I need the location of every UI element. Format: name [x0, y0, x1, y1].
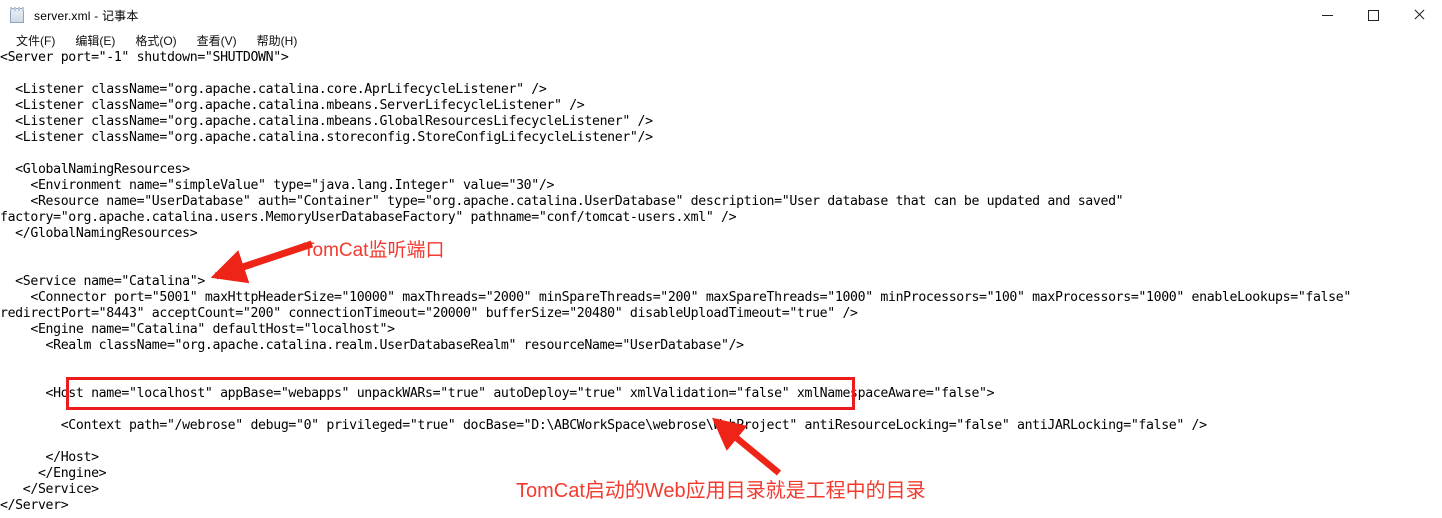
- close-button[interactable]: [1396, 0, 1442, 30]
- menu-item-format[interactable]: 格式(O): [125, 32, 186, 49]
- notepad-icon: [9, 6, 26, 24]
- notepad-window: server.xml - 记事本 文件(F) 编辑(E) 格式(O) 查看(V)…: [0, 0, 1442, 518]
- maximize-icon: [1367, 9, 1379, 21]
- minimize-button[interactable]: [1304, 0, 1350, 30]
- minimize-icon: [1321, 14, 1333, 16]
- window-controls: [1304, 0, 1442, 30]
- close-icon: [1413, 9, 1425, 21]
- menu-item-view[interactable]: 查看(V): [187, 32, 247, 49]
- window-title: server.xml - 记事本: [34, 8, 139, 23]
- menu-item-edit[interactable]: 编辑(E): [65, 32, 125, 49]
- title-bar: server.xml - 记事本: [0, 0, 1442, 30]
- text-editor-area[interactable]: <Server port="-1" shutdown="SHUTDOWN"> <…: [0, 50, 1442, 518]
- menu-item-file[interactable]: 文件(F): [6, 32, 65, 49]
- xml-source-text[interactable]: <Server port="-1" shutdown="SHUTDOWN"> <…: [0, 50, 1351, 514]
- maximize-button[interactable]: [1350, 0, 1396, 30]
- menu-bar: 文件(F) 编辑(E) 格式(O) 查看(V) 帮助(H): [0, 30, 1442, 50]
- menu-item-help[interactable]: 帮助(H): [247, 32, 308, 49]
